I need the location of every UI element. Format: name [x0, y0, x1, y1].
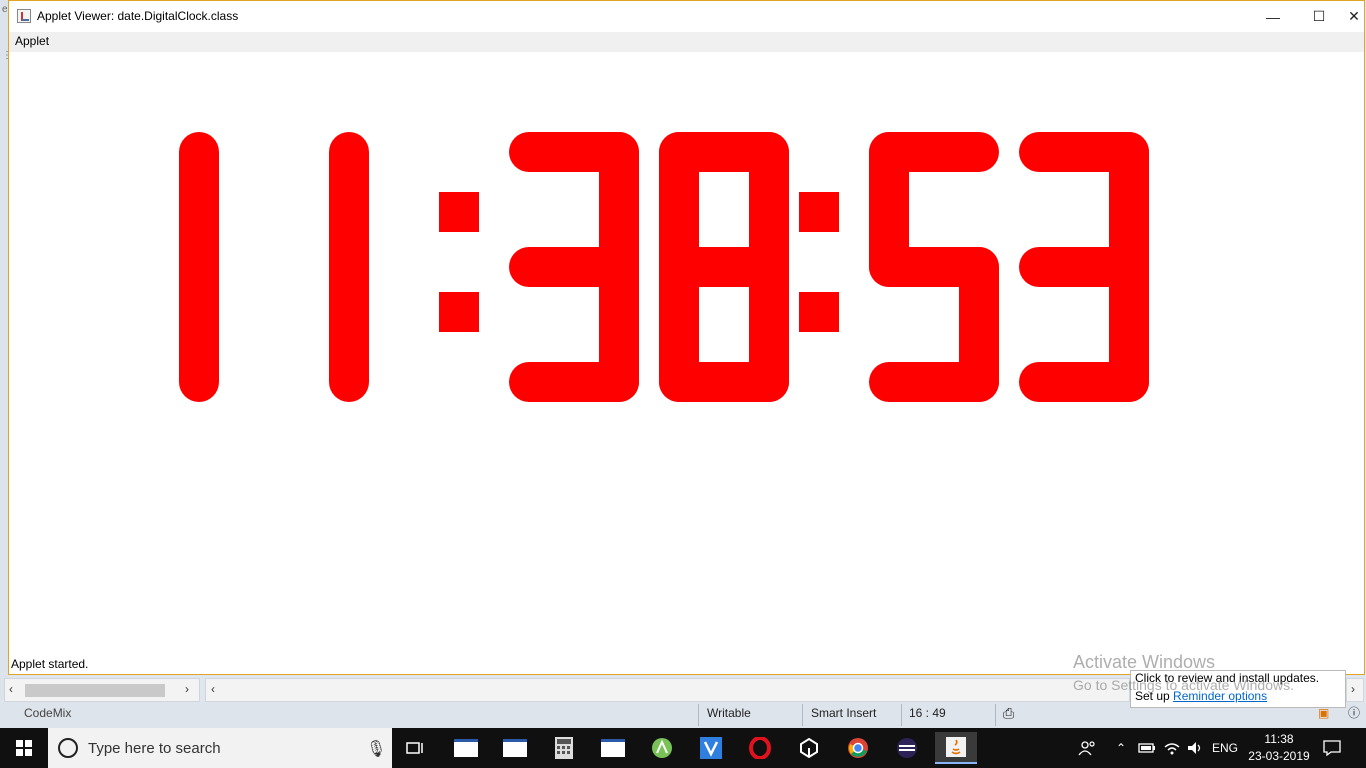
- minimize-icon: —: [1266, 8, 1280, 25]
- java-icon: [17, 9, 31, 23]
- calculator-icon: [555, 737, 573, 759]
- task-view-button[interactable]: [395, 732, 437, 764]
- system-time: 11:38: [1264, 732, 1294, 746]
- start-button[interactable]: [0, 728, 48, 768]
- opera-icon: [749, 737, 771, 759]
- insert-mode-status: Smart Insert: [811, 706, 877, 720]
- minimize-button[interactable]: —: [1250, 1, 1296, 32]
- divider: [698, 704, 699, 726]
- background-edge: e ⋮: [0, 0, 12, 700]
- info-icon[interactable]: ⓘ: [1348, 702, 1360, 728]
- scroll-right-edge[interactable]: ›: [1346, 678, 1364, 702]
- clock-digit-segment: [179, 132, 219, 402]
- taskbar-app-android-studio[interactable]: [641, 732, 683, 764]
- taskbar-app-java[interactable]: [935, 732, 977, 764]
- taskbar-app-v[interactable]: [690, 732, 732, 764]
- title-bar[interactable]: Applet Viewer: date.DigitalClock.class —…: [9, 1, 1364, 32]
- task-view-icon: [406, 742, 423, 754]
- volume-icon[interactable]: [1186, 728, 1204, 768]
- windows-logo-icon: [16, 740, 32, 756]
- taskbar-app-opera[interactable]: [739, 732, 781, 764]
- taskbar-app-chrome[interactable]: [837, 732, 879, 764]
- scroll-left-icon[interactable]: ‹: [211, 682, 215, 696]
- clock-digit-segment: [329, 132, 369, 402]
- clock-colon-dot: [439, 292, 479, 332]
- taskbar-app-window1[interactable]: [445, 732, 487, 764]
- maximize-icon: ☐: [1312, 8, 1326, 24]
- clock-colon-dot: [799, 192, 839, 232]
- search-box[interactable]: Type here to search 🎙: [48, 728, 392, 768]
- digital-clock-display: [179, 132, 1149, 402]
- divider: [802, 704, 803, 726]
- menu-applet[interactable]: Applet: [15, 34, 49, 48]
- writable-status: Writable: [707, 706, 751, 720]
- editor-scrollbar[interactable]: ‹: [205, 678, 1130, 702]
- activate-windows-subtitle: Go to Settings to activate Windows.: [1073, 677, 1294, 693]
- microphone-icon[interactable]: 🎙: [366, 739, 386, 759]
- action-center-icon[interactable]: [1323, 728, 1341, 768]
- unity-icon: [800, 737, 818, 759]
- clock-digit-segment: [1109, 247, 1149, 402]
- applet-canvas: [9, 52, 1364, 652]
- window-app-icon: [503, 739, 527, 757]
- show-hidden-icons-chevron-up-icon[interactable]: ⌃: [1116, 728, 1126, 768]
- clock-digit-segment: [659, 247, 699, 402]
- divider: [995, 704, 996, 726]
- taskbar-app-unity[interactable]: [788, 732, 830, 764]
- clock-colon-dot: [799, 292, 839, 332]
- clock-digit-segment: [959, 247, 999, 402]
- search-placeholder: Type here to search: [88, 740, 221, 757]
- taskbar-app-window2[interactable]: [494, 732, 536, 764]
- taskbar-app-window3[interactable]: [592, 732, 634, 764]
- clock-digit-segment: [749, 247, 789, 402]
- divider: [901, 704, 902, 726]
- status-bar-text: Applet started.: [11, 657, 89, 671]
- v-app-icon: [700, 737, 722, 759]
- scroll-left-icon[interactable]: ‹: [9, 682, 13, 696]
- scroll-right-icon[interactable]: ›: [185, 682, 189, 696]
- taskbar: Type here to search 🎙 ⌃ ENG 11:38 23-03-…: [0, 728, 1366, 768]
- maximize-button[interactable]: ☐: [1296, 1, 1342, 32]
- eclipse-icon: [897, 738, 917, 758]
- scroll-thumb[interactable]: [25, 684, 165, 697]
- system-date: 23-03-2019: [1248, 749, 1310, 763]
- close-button[interactable]: ✕: [1342, 1, 1366, 32]
- system-clock[interactable]: 11:38 23-03-2019: [1248, 731, 1310, 765]
- cortana-icon: [58, 738, 78, 758]
- battery-icon[interactable]: [1138, 728, 1156, 768]
- scroll-right-icon[interactable]: ›: [1351, 682, 1355, 696]
- taskbar-app-calculator[interactable]: [543, 732, 585, 764]
- window-app-icon: [601, 739, 625, 757]
- horizontal-scrollbar[interactable]: ‹ ›: [4, 678, 200, 702]
- codemix-label[interactable]: CodeMix: [24, 702, 71, 728]
- android-studio-icon: [652, 738, 672, 758]
- cursor-position: 16 : 49: [909, 706, 946, 720]
- java-icon: [946, 737, 966, 757]
- clock-colon-dot: [439, 192, 479, 232]
- wifi-icon[interactable]: [1163, 728, 1181, 768]
- taskbar-app-eclipse[interactable]: [886, 732, 928, 764]
- clock-digit-segment: [599, 247, 639, 402]
- language-indicator[interactable]: ENG: [1212, 728, 1238, 768]
- chrome-icon: [848, 738, 868, 758]
- applet-viewer-window: Applet Viewer: date.DigitalClock.class —…: [8, 0, 1365, 675]
- window-title: Applet Viewer: date.DigitalClock.class: [37, 9, 239, 23]
- menu-bar: Applet: [9, 32, 1364, 52]
- clock-digit-segment: [869, 132, 909, 287]
- memory-icon[interactable]: ⎙: [1003, 702, 1014, 728]
- people-icon[interactable]: [1078, 728, 1098, 768]
- close-icon: ✕: [1348, 8, 1360, 24]
- window-app-icon: [454, 739, 478, 757]
